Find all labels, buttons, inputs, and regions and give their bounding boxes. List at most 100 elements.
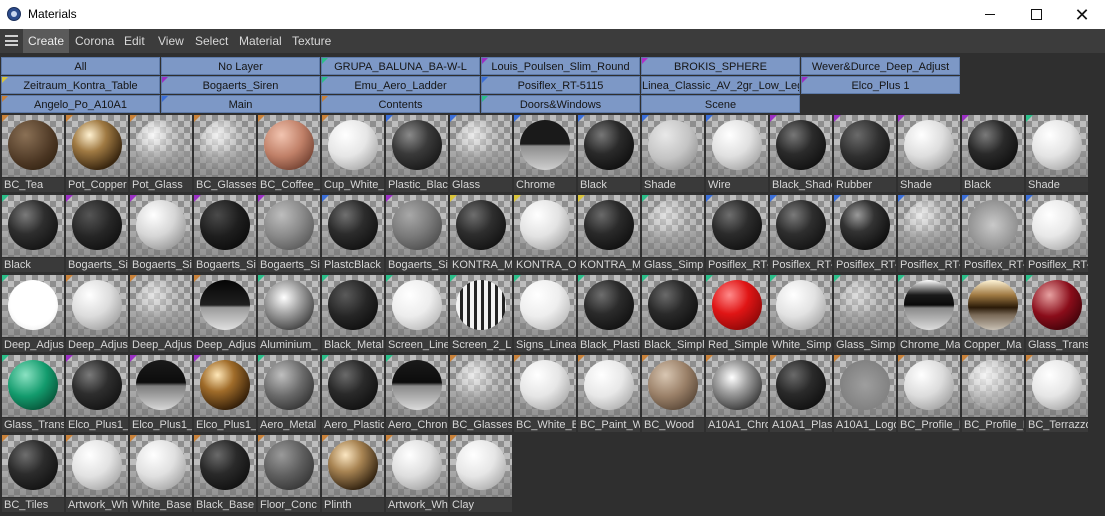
material-tile[interactable]: Elco_Plus1_I <box>66 355 128 433</box>
material-tile[interactable]: Elco_Plus1_ <box>194 355 256 433</box>
layer-button[interactable]: GRUPA_BALUNA_BA-W-L <box>321 57 480 75</box>
material-tile[interactable]: A10A1_Logo <box>834 355 896 433</box>
material-tile[interactable]: PlastcBlack <box>322 195 384 273</box>
material-tile[interactable]: BC_Profile_I <box>962 355 1024 433</box>
maximize-button[interactable] <box>1013 0 1059 29</box>
material-tile[interactable]: A10A1_Plas <box>770 355 832 433</box>
material-tile[interactable]: Deep_Adjus <box>2 275 64 353</box>
material-tile[interactable]: Copper_Ma <box>962 275 1024 353</box>
material-tile[interactable]: Shade <box>1026 115 1088 193</box>
material-tile[interactable]: Screen_2_Li <box>450 275 512 353</box>
material-tile[interactable]: Bogaerts_Si <box>386 195 448 273</box>
material-tile[interactable]: Pot_Glass <box>130 115 192 193</box>
material-tile[interactable]: Shade <box>898 115 960 193</box>
material-tile[interactable]: Bogaerts_Si <box>130 195 192 273</box>
material-tile[interactable]: Deep_Adjus <box>130 275 192 353</box>
material-tile[interactable]: Artwork_Wh <box>386 435 448 513</box>
minimize-button[interactable] <box>967 0 1013 29</box>
layer-button[interactable]: All <box>1 57 160 75</box>
material-tile[interactable]: Clay <box>450 435 512 513</box>
material-tile[interactable]: Glass_Trans <box>2 355 64 433</box>
menu-edit[interactable]: Edit <box>119 29 150 53</box>
material-tile[interactable]: BC_Tea <box>2 115 64 193</box>
material-tile[interactable]: Bogaerts_Si <box>194 195 256 273</box>
material-tile[interactable]: Black_Plasti <box>578 275 640 353</box>
material-tile[interactable]: Black_Metal <box>322 275 384 353</box>
material-tile[interactable]: Chrome_Ma <box>898 275 960 353</box>
material-tile[interactable]: KONTRA_M <box>450 195 512 273</box>
menu-texture[interactable]: Texture <box>287 29 336 53</box>
material-tile[interactable]: Artwork_Wh <box>66 435 128 513</box>
menu-select[interactable]: Select <box>190 29 233 53</box>
material-tile[interactable]: KONTRA_O <box>514 195 576 273</box>
layer-button[interactable]: Elco_Plus 1 <box>801 76 960 94</box>
layer-button[interactable]: Wever&Durce_Deep_Adjust <box>801 57 960 75</box>
material-tile[interactable]: Aero_Chron <box>386 355 448 433</box>
layer-button[interactable]: Louis_Poulsen_Slim_Round <box>481 57 640 75</box>
material-tile[interactable]: White_Base <box>130 435 192 513</box>
material-tile[interactable]: Aero_Plastic <box>322 355 384 433</box>
material-tile[interactable]: BC_Paint_W <box>578 355 640 433</box>
material-tile[interactable]: BC_Tiles <box>2 435 64 513</box>
material-tile[interactable]: Pot_Copper <box>66 115 128 193</box>
material-tile[interactable]: Shade <box>642 115 704 193</box>
layer-button[interactable]: No Layer <box>161 57 320 75</box>
material-tile[interactable]: Wire <box>706 115 768 193</box>
material-tile[interactable]: A10A1_Chro <box>706 355 768 433</box>
material-tile[interactable]: Aluminium_ <box>258 275 320 353</box>
material-tile[interactable]: Red_Simple <box>706 275 768 353</box>
material-tile[interactable]: Plastic_Blac <box>386 115 448 193</box>
layer-button[interactable]: Linea_Classic_AV_2gr_Low_Legs <box>641 76 800 94</box>
material-tile[interactable]: Glass <box>450 115 512 193</box>
layer-button[interactable]: BROKIS_SPHERE <box>641 57 800 75</box>
layer-button[interactable]: Emu_Aero_Ladder <box>321 76 480 94</box>
material-tile[interactable]: BC_White_B <box>514 355 576 433</box>
material-tile[interactable]: Rubber <box>834 115 896 193</box>
layer-button[interactable]: Contents <box>321 95 480 113</box>
material-tile[interactable]: White_Simp <box>770 275 832 353</box>
material-tile[interactable]: Glass_Trans <box>1026 275 1088 353</box>
material-tile[interactable]: Bogaerts_Si <box>258 195 320 273</box>
material-tile[interactable]: Elco_Plus1_ <box>130 355 192 433</box>
material-tile[interactable]: Floor_Conc <box>258 435 320 513</box>
layer-button[interactable]: Zeitraum_Kontra_Table <box>1 76 160 94</box>
material-tile[interactable]: Posiflex_RT- <box>834 195 896 273</box>
material-tile[interactable]: Deep_Adjus <box>194 275 256 353</box>
menu-view[interactable]: View <box>153 29 189 53</box>
material-tile[interactable]: BC_Wood <box>642 355 704 433</box>
material-tile[interactable]: Black <box>578 115 640 193</box>
material-tile[interactable]: Black <box>962 115 1024 193</box>
material-tile[interactable]: Deep_Adjus <box>66 275 128 353</box>
material-tile[interactable]: Black_Simpl <box>642 275 704 353</box>
material-tile[interactable]: Aero_Metal <box>258 355 320 433</box>
material-tile[interactable]: Posiflex_RT- <box>706 195 768 273</box>
layer-button[interactable]: Doors&Windows <box>481 95 640 113</box>
material-tile[interactable]: Glass_Simpl <box>834 275 896 353</box>
material-tile[interactable]: Posiflex_RT- <box>1026 195 1088 273</box>
material-tile[interactable]: BC_Terrazzo <box>1026 355 1088 433</box>
layer-button[interactable]: Posiflex_RT-5115 <box>481 76 640 94</box>
material-tile[interactable]: Bogaerts_Si <box>66 195 128 273</box>
material-tile[interactable]: Posiflex_RT- <box>962 195 1024 273</box>
material-tile[interactable]: KONTRA_M <box>578 195 640 273</box>
material-tile[interactable]: BC_Glasses <box>450 355 512 433</box>
material-tile[interactable]: Cup_White_ <box>322 115 384 193</box>
material-tile[interactable]: BC_Coffee_I <box>258 115 320 193</box>
material-tile[interactable]: Black <box>2 195 64 273</box>
material-tile[interactable]: BC_Glasses <box>194 115 256 193</box>
layer-button[interactable]: Angelo_Po_A10A1 <box>1 95 160 113</box>
layer-button[interactable]: Main <box>161 95 320 113</box>
material-tile[interactable]: BC_Profile_I <box>898 355 960 433</box>
close-button[interactable]: ✕ <box>1059 0 1105 29</box>
material-tile[interactable]: Black_Base <box>194 435 256 513</box>
layer-button[interactable]: Scene <box>641 95 800 113</box>
menu-material[interactable]: Material <box>234 29 287 53</box>
menu-corona[interactable]: Corona <box>70 29 119 53</box>
layer-button[interactable]: Bogaerts_Siren <box>161 76 320 94</box>
material-tile[interactable]: Screen_Line <box>386 275 448 353</box>
material-tile[interactable]: Glass_Simpl <box>642 195 704 273</box>
material-tile[interactable]: Black_Shade <box>770 115 832 193</box>
material-tile[interactable]: Posiflex_RT- <box>770 195 832 273</box>
hamburger-menu-icon[interactable] <box>5 35 18 46</box>
material-tile[interactable]: Posiflex_RT- <box>898 195 960 273</box>
